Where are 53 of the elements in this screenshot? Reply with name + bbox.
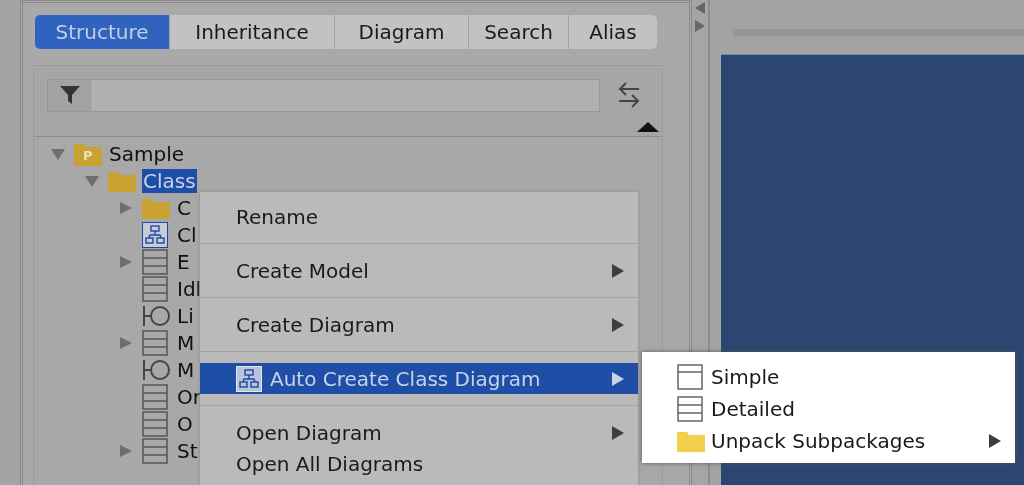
collapsed-arrow-icon[interactable]	[119, 444, 133, 457]
menu-item[interactable]: Create Model	[200, 255, 638, 286]
menu-item[interactable]: Auto Create Class Diagram	[200, 363, 638, 394]
menu-item[interactable]: Open Diagram	[200, 417, 638, 448]
class-icon	[142, 275, 168, 302]
folder-icon	[142, 196, 170, 219]
menu-item[interactable]: Unpack Subpackages	[642, 425, 1015, 457]
swap-arrows-icon[interactable]	[618, 81, 640, 109]
tree-item[interactable]: E	[176, 249, 191, 274]
class-icon	[677, 364, 703, 390]
menu-item[interactable]: Simple	[642, 361, 1015, 393]
menu-item[interactable]: Open All Diagrams	[200, 448, 638, 479]
menu-item[interactable]: Detailed	[642, 393, 1015, 425]
class-icon	[142, 410, 168, 437]
diagram-icon	[142, 221, 168, 248]
filter-field[interactable]	[47, 78, 600, 112]
tree-item[interactable]: M	[176, 330, 196, 355]
tree-item[interactable]: Or	[176, 384, 202, 409]
tree-item[interactable]: Sample	[108, 141, 185, 166]
tree-item[interactable]: Cl	[176, 222, 198, 247]
collapse-arrow-icon[interactable]	[637, 122, 659, 132]
class-icon	[142, 437, 168, 464]
package-icon: P	[74, 141, 102, 166]
tree-item[interactable]: O	[176, 411, 194, 436]
tab[interactable]: Alias	[569, 15, 657, 49]
expanded-arrow-icon[interactable]	[51, 147, 65, 160]
tree-item[interactable]: M	[176, 357, 196, 382]
tab[interactable]: Structure	[35, 15, 170, 49]
menu-item[interactable]: Rename	[200, 201, 638, 232]
tree-item[interactable]: Class	[142, 168, 197, 193]
tab[interactable]: Inheritance	[170, 15, 335, 49]
class-icon	[142, 248, 168, 275]
tab[interactable]: Diagram	[335, 15, 469, 49]
filter-icon[interactable]	[59, 86, 80, 104]
class-icon	[142, 329, 168, 356]
interface-icon	[142, 303, 170, 328]
expanded-arrow-icon[interactable]	[85, 174, 99, 187]
diagram-icon	[236, 365, 262, 392]
folder-icon	[108, 169, 136, 192]
tree-item[interactable]: St	[176, 438, 199, 463]
tab[interactable]: Search	[469, 15, 569, 49]
menu-item[interactable]: Create Diagram	[200, 309, 638, 340]
folder-icon	[677, 430, 705, 452]
tree-item[interactable]: C	[176, 195, 192, 220]
collapsed-arrow-icon[interactable]	[119, 201, 133, 214]
class-icon	[677, 396, 703, 422]
tree-item[interactable]: Li	[176, 303, 195, 328]
right-arrow-icon[interactable]	[695, 20, 705, 32]
left-arrow-icon[interactable]	[695, 2, 705, 14]
collapsed-arrow-icon[interactable]	[119, 336, 133, 349]
interface-icon	[142, 357, 170, 382]
collapsed-arrow-icon[interactable]	[119, 255, 133, 268]
class-icon	[142, 383, 168, 410]
